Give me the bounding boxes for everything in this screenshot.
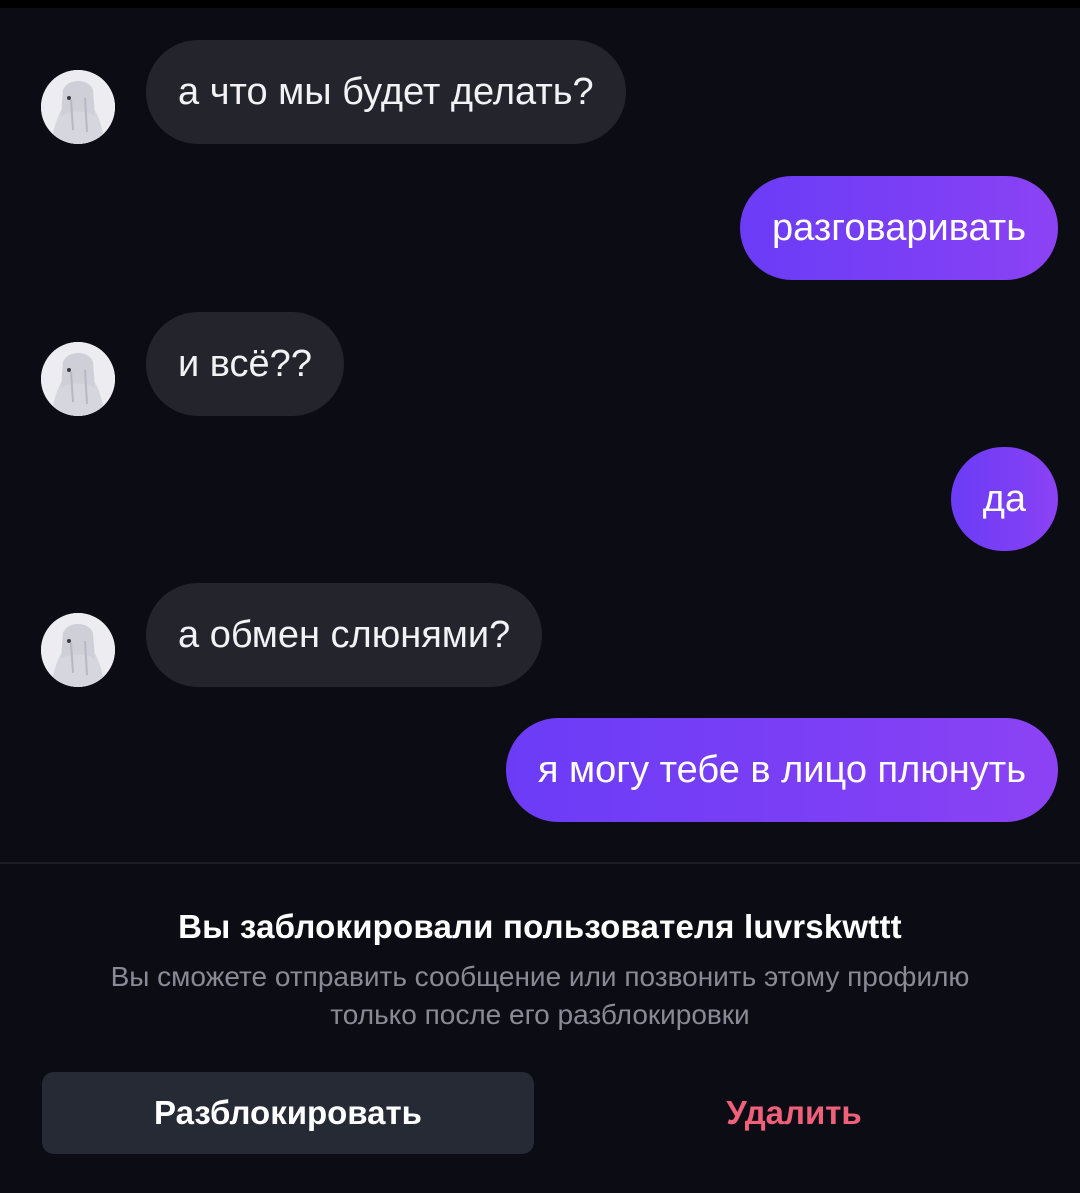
blocked-description: Вы сможете отправить сообщение или позво… — [110, 961, 970, 1030]
unblock-button[interactable]: Разблокировать — [42, 1072, 534, 1154]
incoming-message[interactable]: и всё?? — [146, 312, 344, 416]
sender-avatar[interactable] — [41, 342, 115, 416]
outgoing-message[interactable]: да — [950, 447, 1058, 551]
message-thread[interactable]: а что мы будет делать? разговаривать и в… — [0, 0, 1080, 862]
sender-avatar[interactable] — [41, 70, 115, 144]
delete-button[interactable]: Удалить — [548, 1072, 1040, 1154]
avatar-image-icon — [41, 342, 115, 416]
outgoing-message[interactable]: разговаривать — [740, 176, 1058, 280]
avatar-image-icon — [41, 613, 115, 687]
avatar-image-icon — [41, 70, 115, 144]
incoming-message[interactable]: а что мы будет делать? — [146, 40, 626, 144]
outgoing-message[interactable]: я могу тебе в лицо плюнуть — [505, 718, 1058, 822]
incoming-message[interactable]: а обмен слюнями? — [146, 583, 543, 687]
sender-avatar[interactable] — [41, 613, 115, 687]
blocked-title: Вы заблокировали пользователя luvrskwttt — [178, 908, 902, 945]
blocked-user-panel: Вы заблокировали пользователя luvrskwttt… — [0, 864, 1080, 1193]
